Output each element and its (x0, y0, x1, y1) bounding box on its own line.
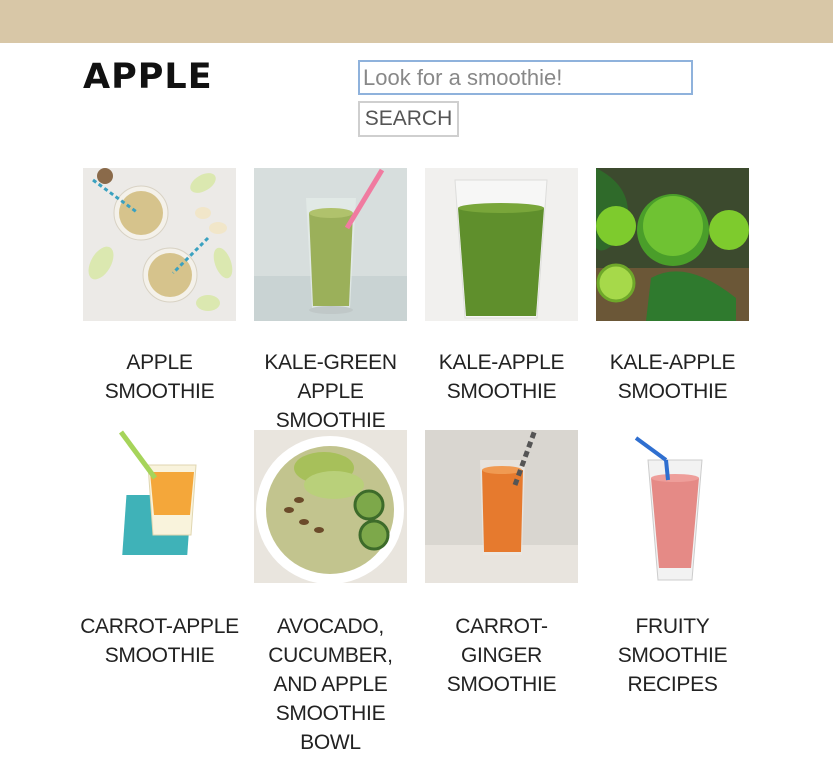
result-title[interactable]: KALE-APPLE SMOOTHIE (416, 348, 587, 406)
result-title[interactable]: KALE-GREEN APPLE SMOOTHIE (245, 348, 416, 435)
carrot-ginger-smoothie-photo[interactable] (425, 430, 578, 583)
kale-apple-smoothie-photo[interactable] (425, 168, 578, 321)
result-title[interactable]: AVOCADO, CUCUMBER, AND APPLE SMOOTHIE BO… (245, 612, 416, 757)
search-button[interactable]: SEARCH (358, 101, 459, 137)
result-title[interactable]: FRUITY SMOOTHIE RECIPES (587, 612, 758, 699)
result-title[interactable]: CARROT-GINGER SMOOTHIE (416, 612, 587, 699)
search-input[interactable] (358, 60, 693, 95)
result-title[interactable]: APPLE SMOOTHIE (74, 348, 245, 406)
site-logo[interactable]: APPLE (83, 57, 213, 97)
fruity-smoothie-photo[interactable] (596, 430, 749, 583)
carrot-apple-smoothie-photo[interactable] (83, 430, 236, 583)
kale-green-apple-smoothie-photo[interactable] (254, 168, 407, 321)
result-title[interactable]: CARROT-APPLE SMOOTHIE (74, 612, 245, 670)
kale-apple-smoothie-photo[interactable] (596, 168, 749, 321)
top-bar (0, 0, 833, 43)
apple-smoothie-photo[interactable] (83, 168, 236, 321)
smoothie-bowl-photo[interactable] (254, 430, 407, 583)
result-title[interactable]: KALE-APPLE SMOOTHIE (587, 348, 758, 406)
